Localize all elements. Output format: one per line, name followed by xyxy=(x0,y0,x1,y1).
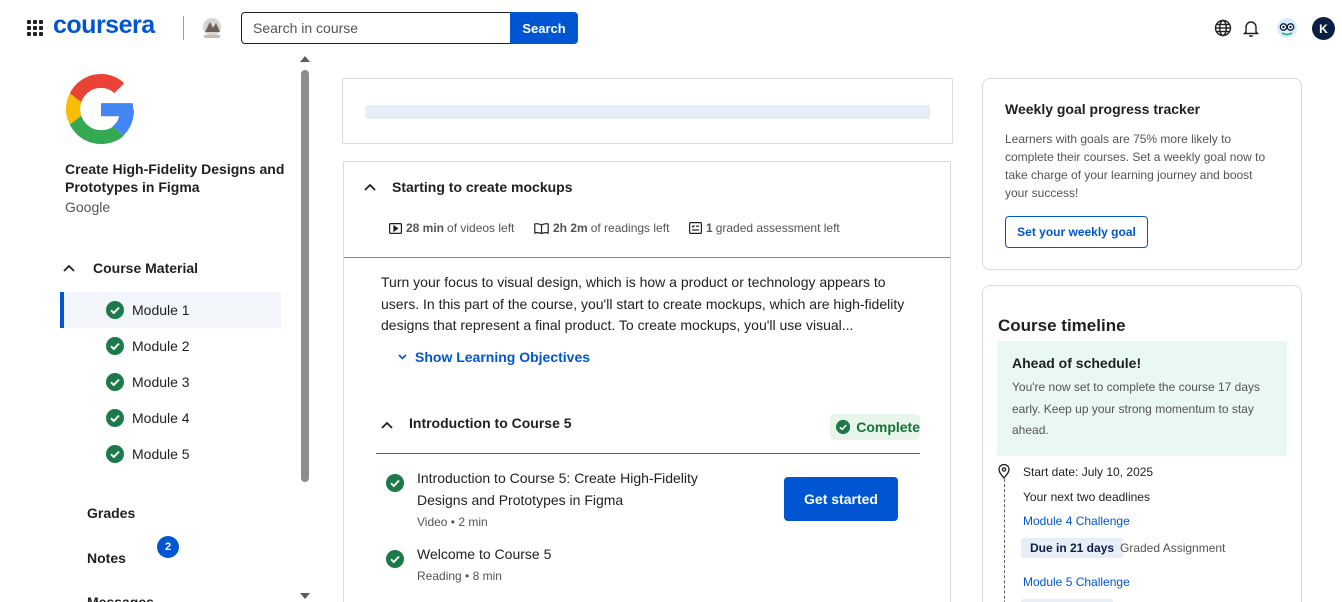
readings-suffix: of readings left xyxy=(590,221,670,235)
course-title[interactable]: Create High-Fidelity Designs and Prototy… xyxy=(65,160,285,196)
partner-logo-icon xyxy=(203,18,221,38)
coursera-logo[interactable]: coursera xyxy=(53,11,155,40)
check-circle-icon xyxy=(106,373,124,391)
check-circle-icon xyxy=(106,409,124,427)
sidebar-item-notes[interactable]: Notes xyxy=(87,550,126,566)
deadline-type: Graded Assignment xyxy=(1120,541,1226,555)
deadline-link-module-4[interactable]: Module 4 Challenge xyxy=(1023,514,1130,528)
user-avatar[interactable]: K xyxy=(1312,17,1335,40)
objectives-label: Show Learning Objectives xyxy=(415,349,591,365)
google-logo-icon xyxy=(66,74,134,144)
check-circle-icon xyxy=(106,337,124,355)
sidebar-scrollbar[interactable] xyxy=(298,56,313,602)
check-circle-icon xyxy=(106,445,124,463)
course-partner: Google xyxy=(65,199,111,215)
lesson-title: Introduction to Course 5 xyxy=(409,415,572,431)
set-weekly-goal-button[interactable]: Set your weekly goal xyxy=(1005,216,1148,248)
list-item-reading[interactable]: Welcome to Course 5 Reading • 8 min xyxy=(386,543,746,587)
course-sidebar: Create High-Fidelity Designs and Prototy… xyxy=(0,56,300,602)
module-label: Module 5 xyxy=(132,446,190,462)
module-label: Module 1 xyxy=(132,302,190,318)
timeline-line xyxy=(1004,479,1005,602)
list-item-video[interactable]: Introduction to Course 5: Create High-Fi… xyxy=(386,467,746,531)
assignment-icon xyxy=(689,222,702,234)
module-header[interactable]: Starting to create mockups 28 min of vid… xyxy=(344,162,950,258)
show-learning-objectives-link[interactable]: Show Learning Objectives xyxy=(398,349,590,365)
apps-grid-icon[interactable] xyxy=(27,20,43,36)
module-label: Module 4 xyxy=(132,410,190,426)
sidebar-item-module-1[interactable]: Module 1 xyxy=(60,292,281,328)
video-icon xyxy=(389,222,402,234)
chevron-up-icon[interactable] xyxy=(364,183,376,191)
sidebar-item-module-2[interactable]: Module 2 xyxy=(60,328,281,364)
book-icon xyxy=(534,222,549,234)
check-circle-icon xyxy=(386,550,404,568)
scroll-up-arrow-icon[interactable] xyxy=(300,56,310,62)
item-meta: Video • 2 min xyxy=(417,515,488,529)
ahead-of-schedule-box: Ahead of schedule! You're now set to com… xyxy=(997,341,1287,456)
scrollbar-thumb[interactable] xyxy=(301,70,309,482)
ahead-title: Ahead of schedule! xyxy=(1012,355,1142,371)
check-circle-icon xyxy=(106,301,124,319)
search-button[interactable]: Search xyxy=(510,12,578,44)
item-title[interactable]: Introduction to Course 5: Create High-Fi… xyxy=(417,467,717,511)
loading-placeholder-card xyxy=(342,78,953,144)
check-circle-icon xyxy=(386,474,404,492)
next-deadlines-label: Your next two deadlines xyxy=(1023,490,1150,504)
search-input[interactable] xyxy=(241,12,511,44)
chevron-down-icon xyxy=(398,354,407,360)
due-badge: Due in 21 days xyxy=(1021,538,1124,558)
course-material-label: Course Material xyxy=(93,260,199,276)
graded-count: 1 xyxy=(706,221,713,235)
check-circle-icon xyxy=(836,419,851,435)
module-card: Starting to create mockups 28 min of vid… xyxy=(343,161,951,602)
start-date: Start date: July 10, 2025 xyxy=(1023,465,1154,479)
videos-suffix: of videos left xyxy=(447,221,515,235)
readings-left: 2h 2m of readings left xyxy=(534,221,669,235)
item-title[interactable]: Welcome to Course 5 xyxy=(417,543,717,565)
loading-skeleton-bar xyxy=(365,105,930,119)
get-started-button[interactable]: Get started xyxy=(784,477,898,521)
ahead-text: You're now set to complete the course 17… xyxy=(1012,380,1260,437)
timeline-title: Course timeline xyxy=(998,316,1126,335)
location-pin-icon xyxy=(998,464,1010,479)
module-label: Module 2 xyxy=(132,338,190,354)
weekly-goal-card: Weekly goal progress tracker Learners wi… xyxy=(982,78,1302,270)
chevron-up-icon[interactable] xyxy=(381,421,393,429)
complete-status-badge: Complete xyxy=(830,414,920,440)
lesson-header[interactable]: Introduction to Course 5 Complete xyxy=(376,410,920,454)
graded-left: 1 graded assessment left xyxy=(689,221,840,235)
module-description: Turn your focus to visual design, which … xyxy=(381,274,905,333)
course-timeline-card: Course timeline Ahead of schedule! You'r… xyxy=(982,285,1302,602)
sidebar-item-module-4[interactable]: Module 4 xyxy=(60,400,281,436)
sidebar-item-module-3[interactable]: Module 3 xyxy=(60,364,281,400)
sidebar-item-module-5[interactable]: Module 5 xyxy=(60,436,281,472)
course-material-toggle[interactable]: Course Material xyxy=(60,256,281,280)
item-meta: Reading • 8 min xyxy=(417,569,502,583)
complete-label: Complete xyxy=(856,419,920,435)
sidebar-item-grades[interactable]: Grades xyxy=(87,505,135,521)
readings-time: 2h 2m xyxy=(553,221,588,235)
logo-divider xyxy=(183,16,184,40)
videos-left: 28 min of videos left xyxy=(389,221,514,235)
module-label: Module 3 xyxy=(132,374,190,390)
goal-title: Weekly goal progress tracker xyxy=(1005,101,1201,117)
globe-icon[interactable] xyxy=(1212,17,1234,39)
goal-text: Learners with goals are 75% more likely … xyxy=(1005,132,1266,200)
graded-suffix: graded assessment left xyxy=(715,221,840,235)
learning-assistant-icon[interactable] xyxy=(1276,17,1298,39)
deadline-link-module-5[interactable]: Module 5 Challenge xyxy=(1023,575,1130,589)
top-header: coursera Search K xyxy=(0,0,1342,56)
videos-time: 28 min xyxy=(406,221,445,235)
messages-count-badge: 2 xyxy=(157,536,179,558)
chevron-up-icon xyxy=(63,264,83,272)
module-title: Starting to create mockups xyxy=(392,179,573,195)
scroll-down-arrow-icon[interactable] xyxy=(300,593,310,599)
notification-bell-icon[interactable] xyxy=(1240,17,1262,39)
sidebar-item-messages[interactable]: Messages xyxy=(87,594,154,602)
